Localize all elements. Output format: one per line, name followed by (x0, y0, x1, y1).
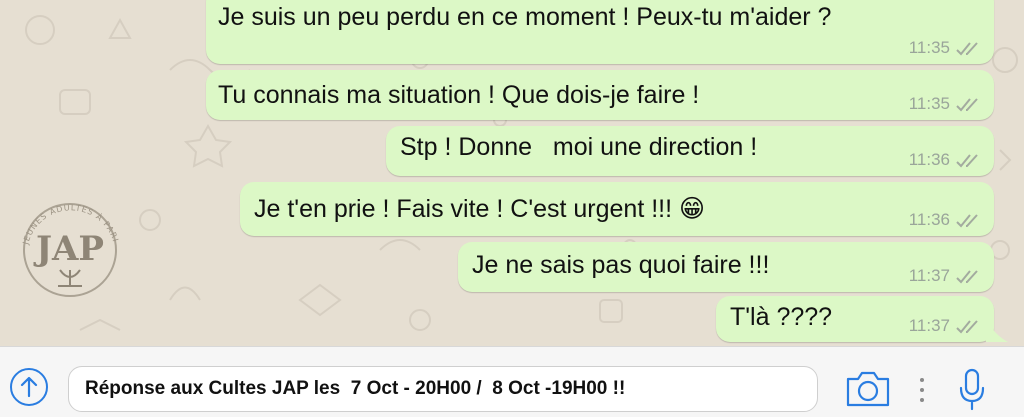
upload-arrow-icon[interactable] (10, 368, 48, 406)
message-time: 11:35 (908, 94, 950, 113)
message-text: Je suis un peu perdu en ce moment ! Peux… (218, 3, 832, 31)
message-bubble[interactable]: T'là ???? 11:37 (716, 296, 994, 342)
bubble-tail (986, 320, 1008, 342)
message-bubble[interactable]: Stp ! Donne moi une direction ! 11:36 (386, 126, 994, 176)
message-time: 11:37 (908, 266, 950, 285)
double-check-icon (956, 214, 978, 228)
message-bubble[interactable]: Je ne sais pas quoi faire !!! 11:37 (458, 242, 994, 292)
message-time: 11:36 (908, 150, 950, 169)
chat-background: JEUNES ADULTES À PARIS JAP Je suis un pe… (0, 0, 1024, 346)
double-check-icon (956, 98, 978, 112)
message-time: 11:37 (908, 316, 950, 335)
message-bubble[interactable]: Je suis un peu perdu en ce moment ! Peux… (206, 0, 994, 64)
camera-icon[interactable] (844, 369, 892, 409)
microphone-icon[interactable] (956, 366, 988, 414)
double-check-icon (956, 320, 978, 334)
logo-monogram: JAP (33, 229, 104, 269)
message-text: Je t'en prie ! Fais vite ! C'est urgent … (254, 195, 706, 223)
jap-logo-watermark: JEUNES ADULTES À PARIS JAP (10, 160, 119, 297)
message-bubble[interactable]: Tu connais ma situation ! Que dois-je fa… (206, 70, 994, 120)
more-vertical-icon[interactable] (916, 374, 928, 406)
message-input[interactable]: Réponse aux Cultes JAP les 7 Oct - 20H00… (68, 366, 818, 412)
message-text: Tu connais ma situation ! Que dois-je fa… (218, 81, 700, 109)
message-text: T'là ???? (730, 303, 833, 331)
double-check-icon (956, 270, 978, 284)
message-time: 11:36 (908, 210, 950, 229)
message-text: Stp ! Donne moi une direction ! (400, 133, 758, 161)
message-time: 11:35 (908, 38, 950, 57)
double-check-icon (956, 154, 978, 168)
message-bubble[interactable]: Je t'en prie ! Fais vite ! C'est urgent … (240, 182, 994, 236)
double-check-icon (956, 42, 978, 56)
